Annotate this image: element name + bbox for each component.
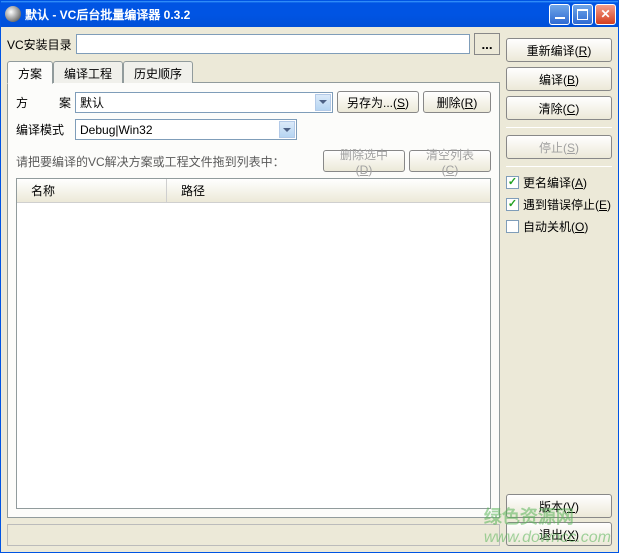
minimize-button[interactable] (549, 4, 570, 25)
stop-on-error-label: 遇到错误停止(E) (523, 196, 611, 213)
stop-on-error-checkbox[interactable] (506, 198, 519, 211)
titlebar[interactable]: 默认 - VC后台批量编译器 0.3.2 ✕ (1, 1, 618, 27)
auto-shutdown-row: 自动关机(O) (506, 218, 612, 235)
compile-mode-row: 编译模式 Debug|Win32 (16, 119, 491, 140)
file-listview[interactable]: 名称 路径 (16, 178, 491, 509)
rename-compile-checkbox[interactable] (506, 176, 519, 189)
compile-mode-combo[interactable]: Debug|Win32 (75, 119, 297, 140)
save-as-button[interactable]: 另存为...(S) (337, 91, 419, 113)
hint-row: 请把要编译的VC解决方案或工程文件拖到列表中： 删除选中(D) 清空列表(C) (16, 150, 491, 172)
rename-compile-label: 更名编译(A) (523, 174, 587, 191)
clear-list-button[interactable]: 清空列表(C) (409, 150, 491, 172)
remove-selected-button[interactable]: 删除选中(D) (323, 150, 405, 172)
divider (506, 127, 612, 128)
scheme-label: 方 案 (16, 94, 71, 111)
tab-compile-project[interactable]: 编译工程 (53, 61, 123, 83)
tab-bar: 方案 编译工程 历史顺序 (7, 61, 500, 83)
auto-shutdown-label: 自动关机(O) (523, 218, 588, 235)
bottom-row: 退出(X) (7, 522, 612, 546)
compile-button[interactable]: 编译(B) (506, 67, 612, 91)
left-pane: VC安装目录 ... 方案 编译工程 历史顺序 方 案 (7, 33, 500, 518)
right-pane: 重新编译(R) 编译(B) 清除(C) 停止(S) 更名编译(A) 遇到错误停止… (506, 33, 612, 518)
main-window: 默认 - VC后台批量编译器 0.3.2 ✕ VC安装目录 ... 方案 编译工… (0, 0, 619, 553)
exit-button[interactable]: 退出(X) (506, 522, 612, 546)
chevron-down-icon (279, 121, 295, 138)
recompile-button[interactable]: 重新编译(R) (506, 38, 612, 62)
browse-button[interactable]: ... (474, 33, 500, 55)
tab-content: 方 案 默认 另存为...(S) 删除(R) 编译模式 Debu (7, 82, 500, 518)
stop-on-error-row: 遇到错误停止(E) (506, 196, 612, 213)
scheme-combo[interactable]: 默认 (75, 92, 333, 113)
install-dir-input[interactable] (76, 34, 470, 54)
chevron-down-icon (315, 94, 331, 111)
scheme-row: 方 案 默认 另存为...(S) 删除(R) (16, 91, 491, 113)
compile-mode-label: 编译模式 (16, 121, 71, 138)
tab-history[interactable]: 历史顺序 (123, 61, 193, 83)
close-button[interactable]: ✕ (595, 4, 616, 25)
tab-scheme[interactable]: 方案 (7, 61, 53, 84)
auto-shutdown-checkbox[interactable] (506, 220, 519, 233)
delete-scheme-button[interactable]: 删除(R) (423, 91, 491, 113)
listview-body[interactable] (17, 203, 490, 508)
col-path[interactable]: 路径 (167, 179, 490, 202)
install-dir-label: VC安装目录 (7, 36, 72, 53)
stop-button[interactable]: 停止(S) (506, 135, 612, 159)
drag-hint: 请把要编译的VC解决方案或工程文件拖到列表中： (16, 153, 319, 170)
clear-button[interactable]: 清除(C) (506, 96, 612, 120)
listview-header: 名称 路径 (17, 179, 490, 203)
status-bar (7, 524, 500, 546)
main-area: VC安装目录 ... 方案 编译工程 历史顺序 方 案 (7, 33, 612, 518)
compile-mode-value: Debug|Win32 (80, 123, 153, 137)
window-title: 默认 - VC后台批量编译器 0.3.2 (25, 6, 547, 23)
divider (506, 166, 612, 167)
rename-compile-row: 更名编译(A) (506, 174, 612, 191)
install-dir-row: VC安装目录 ... (7, 33, 500, 55)
col-name[interactable]: 名称 (17, 179, 167, 202)
client-area: VC安装目录 ... 方案 编译工程 历史顺序 方 案 (1, 27, 618, 552)
scheme-combo-value: 默认 (80, 94, 104, 111)
maximize-button[interactable] (572, 4, 593, 25)
version-button[interactable]: 版本(V) (506, 494, 612, 518)
app-icon (5, 6, 21, 22)
